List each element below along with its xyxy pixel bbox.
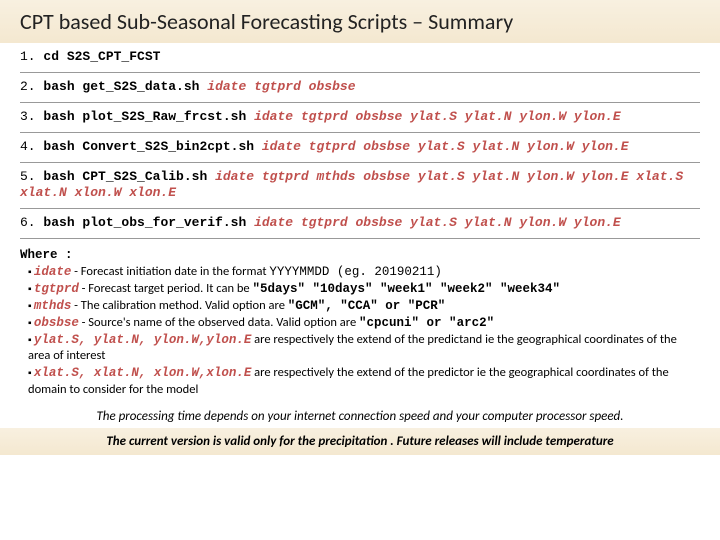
- var-opts: "5days" "10days" "week1" "week2" "week34…: [252, 282, 560, 296]
- var-fmt: YYYYMMDD (eg. 20190211): [269, 265, 442, 279]
- step-3: 3. bash plot_S2S_Raw_frcst.sh idate tgtp…: [20, 103, 700, 133]
- var-desc: - Forecast target period. It can be: [79, 281, 253, 296]
- where-ylat: ylat.S, ylat.N, ylon.W,ylon.E are respec…: [20, 332, 700, 366]
- step-args: idate tgtprd obsbse ylat.S ylat.N ylon.W…: [254, 215, 621, 230]
- where-xlat: xlat.S, xlat.N, xlon.W,xlon.E are respec…: [20, 365, 700, 399]
- where-mthds: mthds - The calibration method. Valid op…: [20, 298, 700, 315]
- step-6: 6. bash plot_obs_for_verif.sh idate tgtp…: [20, 209, 700, 239]
- var-name: ylat.S, ylat.N, ylon.W,ylon.E: [34, 333, 252, 347]
- var-desc: - Source's name of the observed data. Va…: [79, 315, 359, 330]
- step-cmd: cd S2S_CPT_FCST: [43, 49, 160, 64]
- var-opts: "GCM", "CCA" or "PCR": [288, 299, 446, 313]
- processing-note: The processing time depends on your inte…: [0, 399, 720, 428]
- where-obsbse: obsbse - Source's name of the observed d…: [20, 315, 700, 332]
- var-name: idate: [34, 265, 72, 279]
- var-desc: - Forecast initiation date in the format: [71, 264, 269, 279]
- where-section: Where : idate - Forecast initiation date…: [20, 239, 700, 399]
- step-2: 2. bash get_S2S_data.sh idate tgtprd obs…: [20, 73, 700, 103]
- step-num: 5.: [20, 169, 36, 184]
- step-cmd: bash get_S2S_data.sh: [43, 79, 199, 94]
- step-num: 6.: [20, 215, 36, 230]
- step-args: idate tgtprd obsbse ylat.S ylat.N ylon.W…: [262, 139, 629, 154]
- step-cmd: bash plot_obs_for_verif.sh: [43, 215, 246, 230]
- var-desc: - The calibration method. Valid option a…: [71, 298, 287, 313]
- where-idate: idate - Forecast initiation date in the …: [20, 264, 700, 281]
- content-area: 1. cd S2S_CPT_FCST 2. bash get_S2S_data.…: [0, 43, 720, 399]
- var-name: mthds: [34, 299, 72, 313]
- step-num: 3.: [20, 109, 36, 124]
- var-name: obsbse: [34, 316, 79, 330]
- step-4: 4. bash Convert_S2S_bin2cpt.sh idate tgt…: [20, 133, 700, 163]
- var-name: tgtprd: [34, 282, 79, 296]
- step-num: 2.: [20, 79, 36, 94]
- where-tgtprd: tgtprd - Forecast target period. It can …: [20, 281, 700, 298]
- step-1: 1. cd S2S_CPT_FCST: [20, 43, 700, 73]
- step-args: idate tgtprd obsbse ylat.S ylat.N ylon.W…: [254, 109, 621, 124]
- step-cmd: bash Convert_S2S_bin2cpt.sh: [43, 139, 254, 154]
- step-cmd: bash CPT_S2S_Calib.sh: [43, 169, 207, 184]
- where-title: Where :: [20, 247, 700, 264]
- var-opts: "cpcuni" or "arc2": [359, 316, 494, 330]
- step-num: 1.: [20, 49, 36, 64]
- version-note: The current version is valid only for th…: [0, 428, 720, 455]
- step-num: 4.: [20, 139, 36, 154]
- step-args: idate tgtprd obsbse: [207, 79, 355, 94]
- step-cmd: bash plot_S2S_Raw_frcst.sh: [43, 109, 246, 124]
- var-name: xlat.S, xlat.N, xlon.W,xlon.E: [34, 366, 252, 380]
- step-5: 5. bash CPT_S2S_Calib.sh idate tgtprd mt…: [20, 163, 700, 210]
- page-title: CPT based Sub-Seasonal Forecasting Scrip…: [0, 0, 720, 43]
